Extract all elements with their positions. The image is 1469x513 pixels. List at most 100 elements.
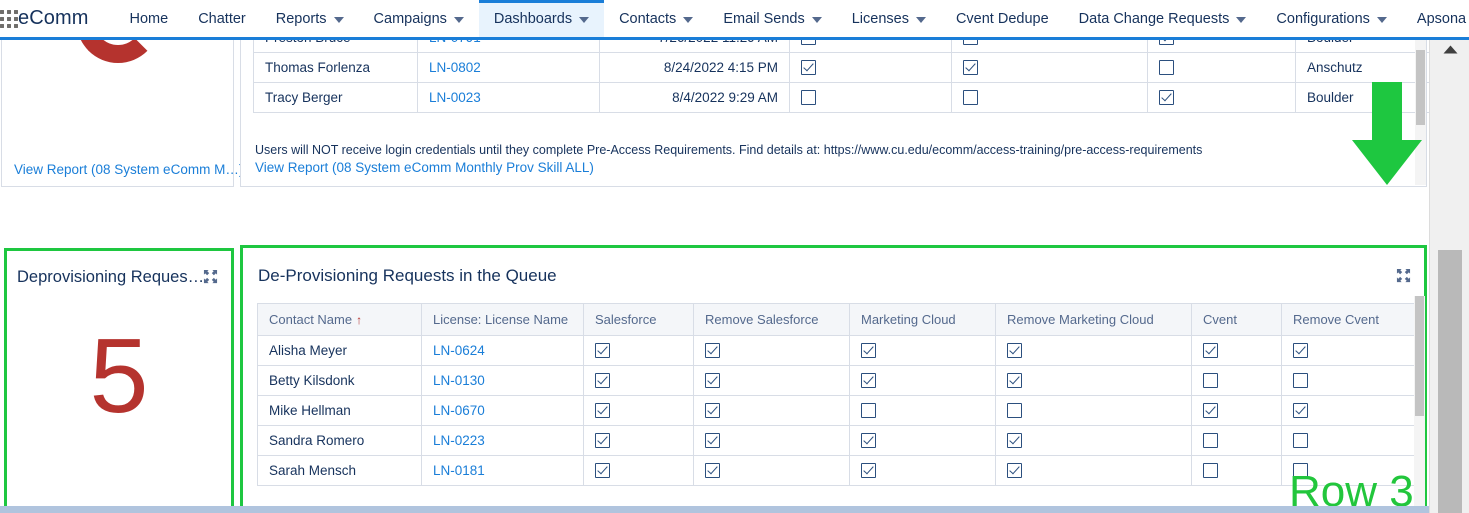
checkbox-remove-marketing-cloud[interactable] bbox=[1007, 463, 1022, 479]
checkbox-remove-cvent[interactable] bbox=[1293, 403, 1308, 419]
checkbox-col2[interactable] bbox=[963, 40, 978, 46]
view-report-link-top-table[interactable]: View Report (08 System eComm Monthly Pro… bbox=[255, 160, 594, 175]
checkbox-col3[interactable] bbox=[1159, 40, 1174, 46]
nav-tab-licenses[interactable]: Licenses bbox=[837, 0, 941, 37]
cell-contact-name: Sandra Romero bbox=[257, 425, 422, 456]
checkbox-cvent[interactable] bbox=[1203, 463, 1218, 479]
checkbox-cvent[interactable] bbox=[1203, 433, 1218, 449]
table-row: Betty Kilsdonk LN-0130 bbox=[257, 365, 1425, 396]
checkbox-cvent[interactable] bbox=[1203, 373, 1218, 389]
checkbox-col2[interactable] bbox=[963, 60, 978, 76]
license-link[interactable]: LN-0181 bbox=[433, 463, 485, 478]
cell-cvent bbox=[1191, 425, 1282, 456]
checkbox-salesforce[interactable] bbox=[595, 463, 610, 479]
cell-date: 8/4/2022 9:29 AM bbox=[599, 82, 790, 113]
column-header-contact-name[interactable]: Contact Name ↑ bbox=[257, 303, 422, 336]
scroll-up-button[interactable] bbox=[1430, 40, 1469, 58]
cell-date: 7/26/2022 11:29 AM bbox=[599, 40, 790, 53]
checkbox-col3[interactable] bbox=[1159, 90, 1174, 106]
chevron-down-icon[interactable] bbox=[683, 16, 694, 23]
checkbox-salesforce[interactable] bbox=[595, 403, 610, 419]
checkbox-marketing-cloud[interactable] bbox=[861, 403, 876, 419]
checkbox-col2[interactable] bbox=[963, 90, 978, 106]
nav-tab-campaigns[interactable]: Campaigns bbox=[359, 0, 479, 37]
checkbox-salesforce[interactable] bbox=[595, 433, 610, 449]
cell-date: 8/24/2022 4:15 PM bbox=[599, 52, 790, 83]
checkbox-remove-marketing-cloud[interactable] bbox=[1007, 403, 1022, 419]
checkbox-marketing-cloud[interactable] bbox=[861, 463, 876, 479]
nav-tab-data-change-requests[interactable]: Data Change Requests bbox=[1064, 0, 1262, 37]
app-launcher-grid-icon bbox=[0, 9, 18, 28]
checkbox-remove-cvent[interactable] bbox=[1293, 433, 1308, 449]
license-link[interactable]: LN-0624 bbox=[433, 343, 485, 358]
checkbox-marketing-cloud[interactable] bbox=[861, 373, 876, 389]
cell-marketing-cloud bbox=[849, 455, 996, 486]
cell-salesforce bbox=[583, 365, 694, 396]
cell-checkbox-3 bbox=[1147, 82, 1296, 113]
column-header-salesforce[interactable]: Salesforce bbox=[583, 303, 694, 336]
checkbox-cvent[interactable] bbox=[1203, 343, 1218, 359]
column-header-license-license-name[interactable]: License: License Name bbox=[421, 303, 584, 336]
expand-button-deprovisioning-queue[interactable] bbox=[1396, 268, 1411, 283]
cell-remove-marketing-cloud bbox=[995, 335, 1192, 366]
column-header-remove-cvent[interactable]: Remove Cvent bbox=[1281, 303, 1425, 336]
view-report-link-top-left[interactable]: View Report (08 System eComm M…) bbox=[14, 162, 243, 177]
page-scrollbar[interactable] bbox=[1429, 40, 1469, 513]
chevron-down-icon[interactable] bbox=[1236, 16, 1247, 23]
column-header-marketing-cloud[interactable]: Marketing Cloud bbox=[849, 303, 996, 336]
app-launcher-button[interactable] bbox=[0, 0, 18, 37]
cell-marketing-cloud bbox=[849, 425, 996, 456]
nav-tab-cvent-dedupe[interactable]: Cvent Dedupe bbox=[941, 0, 1064, 37]
chevron-down-icon[interactable] bbox=[453, 16, 464, 23]
checkbox-remove-marketing-cloud[interactable] bbox=[1007, 433, 1022, 449]
checkbox-marketing-cloud[interactable] bbox=[861, 433, 876, 449]
checkbox-remove-salesforce[interactable] bbox=[705, 373, 720, 389]
cell-remove-salesforce bbox=[693, 365, 850, 396]
app-name-label: eComm bbox=[18, 7, 89, 29]
chevron-down-icon[interactable] bbox=[579, 16, 590, 23]
cell-contact-name: Betty Kilsdonk bbox=[257, 365, 422, 396]
deprovisioning-table-scrollbar[interactable] bbox=[1414, 296, 1425, 513]
nav-tab-configurations[interactable]: Configurations bbox=[1261, 0, 1402, 37]
expand-button-deprovisioning-metric[interactable] bbox=[203, 269, 218, 284]
checkbox-salesforce[interactable] bbox=[595, 373, 610, 389]
checkbox-remove-cvent[interactable] bbox=[1293, 373, 1308, 389]
checkbox-remove-marketing-cloud[interactable] bbox=[1007, 373, 1022, 389]
license-link[interactable]: LN-0802 bbox=[429, 60, 481, 75]
license-link[interactable]: LN-0023 bbox=[429, 90, 481, 105]
checkbox-remove-salesforce[interactable] bbox=[705, 403, 720, 419]
checkbox-marketing-cloud[interactable] bbox=[861, 343, 876, 359]
checkbox-col1[interactable] bbox=[801, 40, 816, 46]
nav-tab-reports[interactable]: Reports bbox=[261, 0, 359, 37]
license-link[interactable]: LN-0223 bbox=[433, 433, 485, 448]
checkbox-cvent[interactable] bbox=[1203, 403, 1218, 419]
nav-tab-email-sends[interactable]: Email Sends bbox=[708, 0, 836, 37]
cell-checkbox-2 bbox=[951, 82, 1148, 113]
nav-tab-dashboards[interactable]: Dashboards bbox=[478, 0, 605, 37]
nav-tab-contacts[interactable]: Contacts bbox=[604, 0, 708, 37]
chevron-down-icon[interactable] bbox=[811, 16, 822, 23]
checkbox-col1[interactable] bbox=[801, 60, 816, 76]
column-header-remove-salesforce[interactable]: Remove Salesforce bbox=[693, 303, 850, 336]
checkbox-remove-salesforce[interactable] bbox=[705, 343, 720, 359]
column-header-remove-marketing-cloud[interactable]: Remove Marketing Cloud bbox=[995, 303, 1192, 336]
checkbox-col3[interactable] bbox=[1159, 60, 1174, 76]
checkbox-remove-salesforce[interactable] bbox=[705, 433, 720, 449]
checkbox-remove-marketing-cloud[interactable] bbox=[1007, 343, 1022, 359]
chevron-down-icon[interactable] bbox=[915, 16, 926, 23]
license-link[interactable]: LN-0130 bbox=[433, 373, 485, 388]
deprovisioning-table-scrollbar-thumb[interactable] bbox=[1415, 296, 1424, 416]
license-link[interactable]: LN-0670 bbox=[433, 403, 485, 418]
column-header-cvent[interactable]: Cvent bbox=[1191, 303, 1282, 336]
nav-tab-home[interactable]: Home bbox=[115, 0, 184, 37]
checkbox-col1[interactable] bbox=[801, 90, 816, 106]
checkbox-remove-cvent[interactable] bbox=[1293, 343, 1308, 359]
license-link[interactable]: LN-0791 bbox=[429, 40, 481, 45]
nav-tab-chatter[interactable]: Chatter bbox=[183, 0, 261, 37]
chevron-down-icon[interactable] bbox=[1376, 16, 1387, 23]
page-scrollbar-thumb[interactable] bbox=[1438, 250, 1462, 513]
checkbox-remove-salesforce[interactable] bbox=[705, 463, 720, 479]
chevron-down-icon[interactable] bbox=[333, 16, 344, 23]
nav-tab-apsona[interactable]: Apsona bbox=[1402, 0, 1469, 37]
checkbox-salesforce[interactable] bbox=[595, 343, 610, 359]
